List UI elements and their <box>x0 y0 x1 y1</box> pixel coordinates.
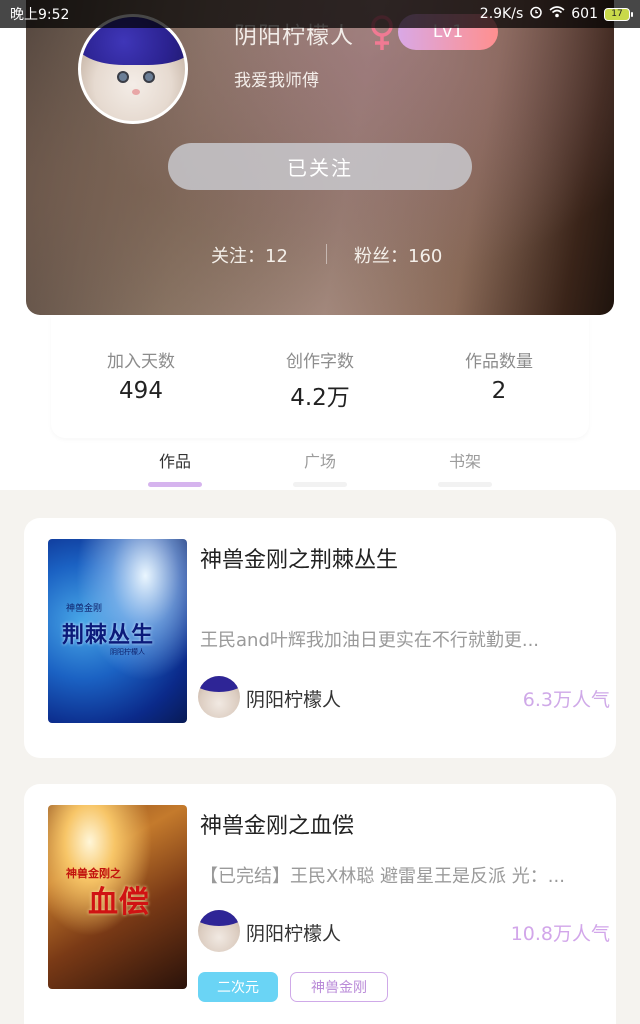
wifi-icon <box>549 6 565 22</box>
work-card[interactable]: 神兽金刚之 血偿 神兽金刚之血偿 【已完结】王民X林聪 避雷星王是反派 光：..… <box>24 784 616 1024</box>
profile-avatar[interactable] <box>78 14 188 124</box>
tab-label: 作品 <box>158 452 191 471</box>
work-card[interactable]: 神兽金刚 荆棘丛生 阴阳柠檬人 神兽金刚之荆棘丛生 王民and叶辉我加油日更实在… <box>24 518 616 758</box>
stats-card: 加入天数 494 创作字数 4.2万 作品数量 2 <box>51 315 589 438</box>
status-indicators: 2.9K/s 601 17 <box>479 5 633 23</box>
tab-indicator <box>293 482 347 487</box>
tag-topic[interactable]: 神兽金刚 <box>290 972 388 1002</box>
author-name[interactable]: 阴阳柠檬人 <box>246 919 341 946</box>
avatar-hair <box>198 676 240 692</box>
profile-tabs: 作品 广场 书架 <box>0 440 640 488</box>
status-time: 晚上9:52 <box>10 7 70 23</box>
author-avatar[interactable] <box>198 676 240 718</box>
tab-label: 广场 <box>303 452 336 471</box>
tab-indicator <box>438 482 492 487</box>
work-title[interactable]: 神兽金刚之荆棘丛生 <box>200 542 398 574</box>
stat-value: 494 <box>119 378 163 404</box>
tab-square[interactable]: 广场 <box>280 448 360 487</box>
tab-label: 书架 <box>448 452 481 471</box>
profile-page: 晚上9:52 2.9K/s 601 17 阴阳柠檬人 Lv1 我爱我师傅 已关注… <box>0 0 640 1024</box>
cover-subtitle: 神兽金刚 <box>66 604 103 614</box>
work-description: 【已完结】王民X林聪 避雷星王是反派 光：... <box>200 866 565 887</box>
work-description: 王民and叶辉我加油日更实在不行就勤更... <box>200 630 540 651</box>
work-cover[interactable]: 神兽金刚 荆棘丛生 阴阳柠檬人 <box>48 539 187 723</box>
stats-divider <box>326 244 327 264</box>
fans-count[interactable]: 粉丝：160 <box>354 242 442 268</box>
stat-works-count: 作品数量 2 <box>419 347 579 404</box>
battery-icon: 17 <box>604 7 633 21</box>
work-cover[interactable]: 神兽金刚之 血偿 <box>48 805 187 989</box>
avatar-nose <box>132 89 140 95</box>
profile-header: 阴阳柠檬人 Lv1 我爱我师傅 已关注 关注：12 粉丝：160 <box>26 0 614 315</box>
signal-value: 601 <box>571 6 598 22</box>
stat-word-count: 创作字数 4.2万 <box>240 347 400 412</box>
tag-category[interactable]: 二次元 <box>198 972 278 1002</box>
stat-label: 作品数量 <box>465 352 533 372</box>
following-count[interactable]: 关注：12 <box>211 242 288 268</box>
tab-indicator <box>148 482 202 487</box>
stat-value: 2 <box>491 378 507 404</box>
status-bar: 晚上9:52 2.9K/s 601 17 <box>0 0 640 28</box>
avatar-eye <box>143 71 155 83</box>
cover-author: 阴阳柠檬人 <box>110 648 145 656</box>
stat-label: 加入天数 <box>107 352 175 372</box>
work-title[interactable]: 神兽金刚之血偿 <box>200 808 354 840</box>
work-author-row: 阴阳柠檬人 10.8万人气 <box>198 910 610 952</box>
follow-stats: 关注：12 粉丝：160 <box>26 240 614 270</box>
author-name[interactable]: 阴阳柠檬人 <box>246 685 341 712</box>
follow-button[interactable]: 已关注 <box>168 143 472 190</box>
popularity-count: 10.8万人气 <box>510 923 610 945</box>
popularity-count: 6.3万人气 <box>522 689 610 711</box>
work-author-row: 阴阳柠檬人 6.3万人气 <box>198 676 610 718</box>
stat-value: 4.2万 <box>290 385 350 411</box>
avatar-hair <box>198 910 240 926</box>
stat-label: 创作字数 <box>286 352 354 372</box>
stat-join-days: 加入天数 494 <box>61 347 221 404</box>
author-avatar[interactable] <box>198 910 240 952</box>
alarm-icon <box>529 5 543 23</box>
network-speed: 2.9K/s <box>479 6 524 22</box>
cover-title: 血偿 <box>88 885 150 920</box>
avatar-eye <box>117 71 129 83</box>
tab-bookshelf[interactable]: 书架 <box>425 448 505 487</box>
tab-works[interactable]: 作品 <box>135 448 215 487</box>
profile-bio: 我爱我师傅 <box>234 71 319 91</box>
cover-title: 荆棘丛生 <box>62 623 155 648</box>
